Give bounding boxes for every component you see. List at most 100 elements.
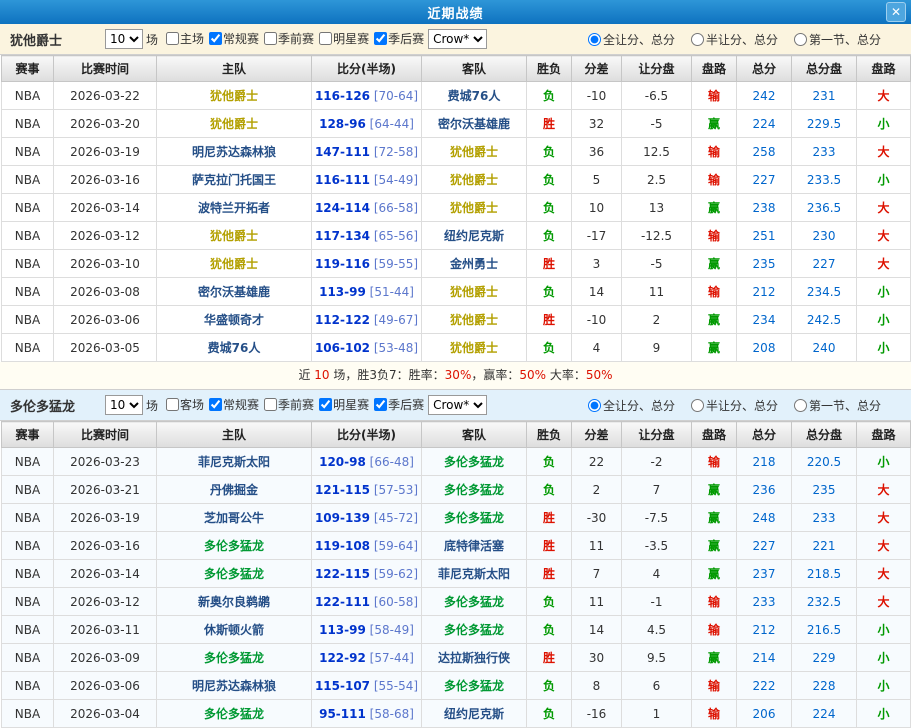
column-header: 分差 (572, 56, 622, 82)
total-line-cell: 230 (792, 222, 857, 250)
table-row: NBA2026-03-08密尔沃基雄鹿113-99 [51-44]犹他爵士负14… (2, 278, 911, 306)
summary-text: 近 (298, 368, 314, 382)
filter-checkbox-item[interactable]: 明星赛 (315, 396, 369, 413)
filter-checkbox-item[interactable]: 明星赛 (315, 30, 369, 47)
score-cell: 121-115 [57-53] (312, 476, 422, 504)
scope-radio-item[interactable]: 半让分、总分 (691, 31, 778, 48)
filter-checkbox[interactable] (166, 32, 179, 45)
scope-radio-label: 第一节、总分 (809, 397, 881, 414)
total-line-cell: 236.5 (792, 194, 857, 222)
total-cell: 222 (737, 672, 792, 700)
filter-checkbox[interactable] (374, 32, 387, 45)
games-count-select[interactable]: 10 (105, 395, 143, 415)
summary-text: 场，胜3负7：胜率： (330, 368, 445, 382)
scope-radio[interactable] (794, 399, 807, 412)
table-row: NBA2026-03-21丹佛掘金121-115 [57-53]多伦多猛龙负27… (2, 476, 911, 504)
handicap-cell: 9.5 (622, 644, 692, 672)
total-cell: 233 (737, 588, 792, 616)
handicap-cell: 4.5 (622, 616, 692, 644)
filter-checkbox-item[interactable]: 季后赛 (370, 30, 424, 47)
score-cell: 113-99 [51-44] (312, 278, 422, 306)
total-cell: 237 (737, 560, 792, 588)
scope-radio-item[interactable]: 全让分、总分 (588, 31, 675, 48)
total-line-cell: 221 (792, 532, 857, 560)
filter-checkbox[interactable] (166, 398, 179, 411)
close-button[interactable]: ✕ (886, 2, 906, 22)
table-row: NBA2026-03-14多伦多猛龙122-115 [59-62]菲尼克斯太阳胜… (2, 560, 911, 588)
filter-checkbox-item[interactable]: 常规赛 (205, 396, 259, 413)
date-cell: 2026-03-11 (54, 616, 157, 644)
filter-checkbox-item[interactable]: 主场 (162, 30, 204, 47)
column-header: 让分盘 (622, 56, 692, 82)
diff-cell: -17 (572, 222, 622, 250)
column-header: 盘路 (857, 422, 911, 448)
total-cell: 238 (737, 194, 792, 222)
filter-bar: 多伦多猛龙 10 场 客场常规赛季前赛明星赛季后赛 Crow* 全让分、总分半让… (0, 390, 911, 421)
filter-checkbox[interactable] (374, 398, 387, 411)
total-line-cell: 228 (792, 672, 857, 700)
filter-checkbox[interactable] (264, 32, 277, 45)
filter-checkbox-item[interactable]: 常规赛 (205, 30, 259, 47)
scope-radio[interactable] (588, 33, 601, 46)
scope-radio[interactable] (588, 399, 601, 412)
filter-checkbox-item[interactable]: 客场 (162, 396, 204, 413)
filter-checkbox-item[interactable]: 季前赛 (260, 396, 314, 413)
score-cell: 115-107 [55-54] (312, 672, 422, 700)
diff-cell: -16 (572, 700, 622, 728)
league-cell: NBA (2, 138, 54, 166)
filter-checkbox[interactable] (319, 398, 332, 411)
scope-radio[interactable] (691, 33, 704, 46)
scope-radio-item[interactable]: 全让分、总分 (588, 397, 675, 414)
score-cell: 116-111 [54-49] (312, 166, 422, 194)
scope-radio-item[interactable]: 第一节、总分 (794, 31, 881, 48)
date-cell: 2026-03-14 (54, 194, 157, 222)
away-team-cell: 密尔沃基雄鹿 (422, 110, 527, 138)
company-select[interactable]: Crow* (428, 29, 487, 49)
filter-checkbox-item[interactable]: 季后赛 (370, 396, 424, 413)
diff-cell: 3 (572, 250, 622, 278)
total-line-cell: 231 (792, 82, 857, 110)
half-score: [72-58] (370, 145, 418, 159)
result-cell: 胜 (527, 110, 572, 138)
handicap-result-cell: 赢 (692, 476, 737, 504)
scope-radio-label: 第一节、总分 (809, 31, 881, 48)
half-score: [59-55] (370, 257, 418, 271)
score-cell: 147-111 [72-58] (312, 138, 422, 166)
final-score: 113-99 (319, 285, 366, 299)
ou-cell: 小 (857, 278, 911, 306)
column-header: 胜负 (527, 422, 572, 448)
scope-radio[interactable] (794, 33, 807, 46)
score-cell: 106-102 [53-48] (312, 334, 422, 362)
column-header: 主队 (157, 422, 312, 448)
filter-checkbox[interactable] (209, 32, 222, 45)
result-cell: 负 (527, 616, 572, 644)
company-select[interactable]: Crow* (428, 395, 487, 415)
away-team-cell: 多伦多猛龙 (422, 476, 527, 504)
league-cell: NBA (2, 672, 54, 700)
close-icon: ✕ (891, 5, 901, 19)
filter-checkbox[interactable] (319, 32, 332, 45)
score-cell: 128-96 [64-44] (312, 110, 422, 138)
away-team-cell: 犹他爵士 (422, 138, 527, 166)
column-header: 客队 (422, 56, 527, 82)
handicap-cell: -7.5 (622, 504, 692, 532)
diff-cell: 22 (572, 448, 622, 476)
total-cell: 258 (737, 138, 792, 166)
filter-checkbox[interactable] (264, 398, 277, 411)
home-team-cell: 华盛顿奇才 (157, 306, 312, 334)
date-cell: 2026-03-12 (54, 588, 157, 616)
ou-cell: 大 (857, 82, 911, 110)
handicap-result-cell: 输 (692, 82, 737, 110)
league-cell: NBA (2, 334, 54, 362)
handicap-result-cell: 赢 (692, 532, 737, 560)
scope-radio-item[interactable]: 第一节、总分 (794, 397, 881, 414)
half-score: [53-48] (370, 341, 418, 355)
handicap-cell: -5 (622, 250, 692, 278)
filter-checkbox[interactable] (209, 398, 222, 411)
league-cell: NBA (2, 504, 54, 532)
scope-radio-item[interactable]: 半让分、总分 (691, 397, 778, 414)
filter-checkbox-item[interactable]: 季前赛 (260, 30, 314, 47)
games-count-select[interactable]: 10 (105, 29, 143, 49)
home-team-cell: 明尼苏达森林狼 (157, 672, 312, 700)
scope-radio[interactable] (691, 399, 704, 412)
